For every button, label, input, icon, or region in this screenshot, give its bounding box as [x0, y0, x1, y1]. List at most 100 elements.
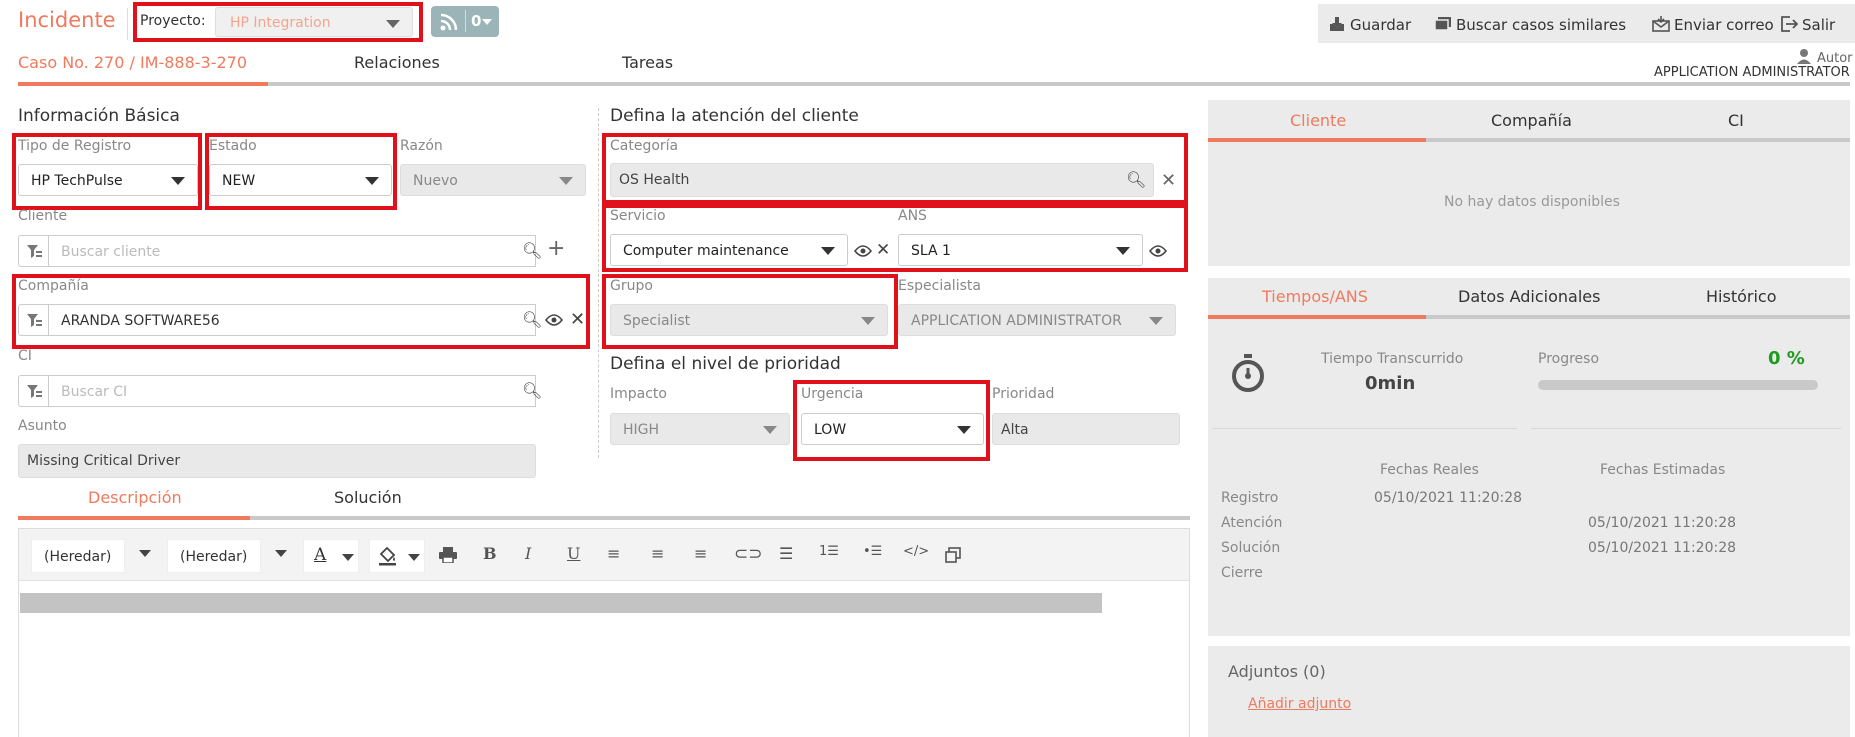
search-icon[interactable]: 🔍︎	[522, 241, 542, 260]
tab-company[interactable]: Compañía	[1491, 111, 1572, 130]
ci-field: Buscar CI	[18, 375, 536, 407]
eye-icon[interactable]	[1149, 245, 1167, 257]
group-label: Grupo	[610, 278, 653, 294]
copy-icon	[1434, 17, 1451, 31]
category-input[interactable]: OS Health	[610, 163, 1154, 197]
filter-icon[interactable]	[18, 235, 48, 267]
urgency-label: Urgencia	[801, 386, 864, 402]
tab-solution[interactable]: Solución	[334, 488, 402, 507]
add-icon[interactable]: +	[547, 236, 565, 261]
text-color-icon: A	[314, 545, 327, 565]
category-label: Categoría	[610, 138, 679, 154]
elapsed-value: 0min	[1365, 373, 1416, 394]
ci-label: CI	[18, 348, 32, 364]
priority-input[interactable]: Alta	[992, 413, 1180, 445]
add-attachment-link[interactable]: Añadir adjunto	[1248, 696, 1351, 712]
project-select[interactable]: HP Integration	[215, 7, 413, 37]
client-search-input[interactable]: Buscar cliente	[48, 235, 536, 267]
sla-tabs-active	[1208, 315, 1426, 319]
underline-icon[interactable]: U	[567, 544, 580, 563]
editor-content-bar[interactable]	[20, 593, 1102, 613]
chevron-down-icon	[365, 177, 379, 185]
state-select[interactable]: NEW	[209, 164, 392, 196]
info-tabs-active	[1208, 138, 1426, 142]
specialist-select[interactable]: APPLICATION ADMINISTRATOR	[898, 304, 1176, 336]
service-select[interactable]: Computer maintenance	[610, 234, 848, 266]
exit-button[interactable]: Salir	[1780, 16, 1835, 34]
row-label-attention: Atención	[1221, 515, 1283, 531]
background-color-button[interactable]	[369, 539, 425, 573]
text-color-button[interactable]: A	[303, 539, 359, 573]
column-divider	[598, 108, 599, 458]
impact-select[interactable]: HIGH	[610, 413, 790, 445]
company-label: Compañía	[18, 278, 89, 294]
chevron-down-icon	[171, 177, 185, 185]
code-icon[interactable]: </>	[903, 544, 929, 559]
bold-icon[interactable]: B	[483, 544, 497, 563]
project-value: HP Integration	[230, 15, 331, 31]
close-icon[interactable]: ✕	[876, 240, 890, 260]
tab-ci[interactable]: CI	[1728, 111, 1744, 130]
subject-input[interactable]: Missing Critical Driver	[18, 444, 536, 478]
close-icon[interactable]: ✕	[1161, 170, 1176, 191]
chevron-down-icon[interactable]	[139, 550, 151, 557]
record-type-value: HP TechPulse	[31, 173, 123, 189]
impact-value: HIGH	[623, 422, 660, 438]
filter-icon[interactable]	[18, 375, 48, 407]
chevron-down-icon	[408, 554, 420, 561]
tab-relations[interactable]: Relaciones	[354, 53, 440, 72]
tab-client[interactable]: Cliente	[1290, 111, 1346, 130]
ordered-list-icon[interactable]: 1☰	[819, 544, 839, 559]
unordered-list-icon[interactable]: •☰	[863, 544, 882, 559]
chevron-down-icon	[1149, 317, 1163, 325]
align-left-icon[interactable]: ≡	[607, 544, 620, 563]
filter-icon[interactable]	[18, 304, 48, 336]
font-size-select[interactable]: (Heredar)	[167, 539, 261, 573]
author-name: APPLICATION ADMINISTRATOR	[1654, 65, 1850, 80]
tab-case[interactable]: Caso No. 270 / IM-888-3-270	[18, 53, 247, 72]
eye-icon[interactable]	[545, 314, 563, 326]
urgency-select[interactable]: LOW	[801, 413, 984, 445]
header-divider	[127, 8, 128, 40]
tabs-underline	[18, 82, 1850, 86]
ci-search-input[interactable]: Buscar CI	[48, 375, 536, 407]
tab-times-ans[interactable]: Tiempos/ANS	[1262, 287, 1368, 306]
font-family-select[interactable]: (Heredar)	[31, 539, 125, 573]
search-icon[interactable]: 🔍︎	[522, 310, 542, 329]
search-similar-button[interactable]: Buscar casos similares	[1434, 16, 1626, 34]
chevron-down-icon[interactable]	[275, 550, 287, 557]
print-icon[interactable]	[439, 547, 457, 563]
tab-additional-data[interactable]: Datos Adicionales	[1458, 287, 1600, 306]
align-right-icon[interactable]: ≡	[694, 544, 707, 563]
paint-bucket-icon	[379, 546, 396, 566]
send-mail-button[interactable]: Enviar correo	[1652, 16, 1774, 34]
chevron-down-icon	[763, 426, 777, 434]
align-center-icon[interactable]: ≡	[651, 544, 664, 563]
italic-icon[interactable]: I	[525, 544, 531, 563]
urgency-value: LOW	[814, 422, 847, 438]
close-icon[interactable]: ✕	[570, 309, 585, 330]
fullscreen-icon[interactable]	[945, 547, 961, 563]
tab-history[interactable]: Histórico	[1706, 287, 1776, 306]
record-type-select[interactable]: HP TechPulse	[18, 164, 198, 196]
action-toolbar: Guardar Buscar casos similares Enviar co…	[1318, 4, 1855, 43]
rss-feed-button[interactable]: 0	[431, 6, 499, 37]
row-register-real: 05/10/2021 11:20:28	[1374, 490, 1523, 506]
company-input[interactable]: ARANDA SOFTWARE56	[48, 304, 536, 336]
attachments-panel: Adjuntos (0) Añadir adjunto	[1208, 646, 1850, 737]
tab-description[interactable]: Descripción	[88, 488, 182, 507]
save-button[interactable]: Guardar	[1328, 16, 1411, 34]
ans-select[interactable]: SLA 1	[898, 234, 1143, 266]
progress-value: 0 %	[1768, 348, 1805, 369]
page-title: Incidente	[18, 8, 116, 32]
link-icon[interactable]: ⊂⊃	[734, 544, 763, 564]
eye-icon[interactable]	[854, 245, 872, 257]
feed-count: 0	[471, 12, 482, 30]
tab-tasks[interactable]: Tareas	[622, 53, 673, 72]
reason-select[interactable]: Nuevo	[400, 164, 586, 196]
justify-icon[interactable]: ☰	[779, 544, 793, 563]
group-select[interactable]: Specialist	[610, 304, 888, 336]
project-label: Proyecto:	[140, 13, 206, 29]
search-icon[interactable]: 🔍︎	[1126, 170, 1146, 189]
search-icon[interactable]: 🔍︎	[522, 381, 542, 400]
